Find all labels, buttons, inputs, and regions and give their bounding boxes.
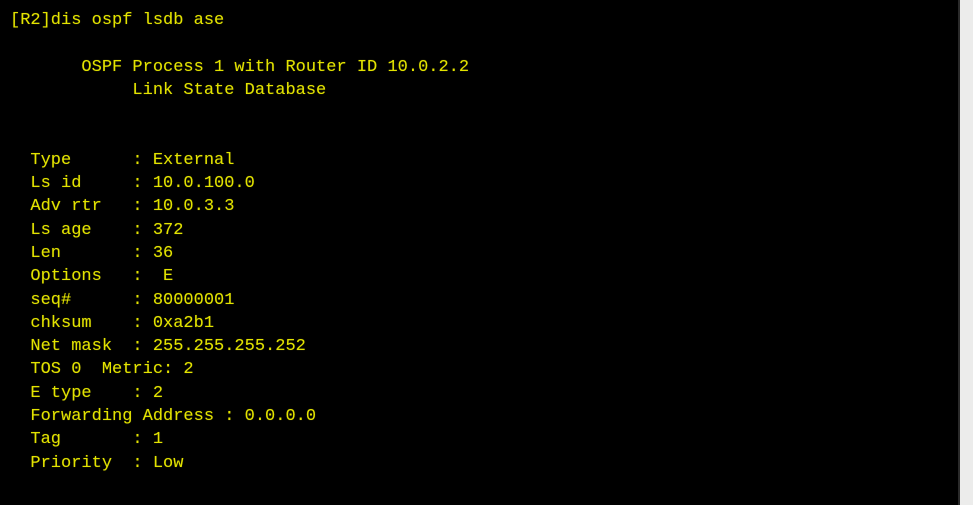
lsa-field-ls-id: Ls id : 10.0.100.0 <box>10 174 255 194</box>
lsa-field-ls-age: Ls age : 372 <box>10 220 184 240</box>
lsa-field-tag: Tag : 1 <box>10 430 164 450</box>
lsa-field-chksum: chksum : 0xa2b1 <box>10 313 215 333</box>
terminal-screen[interactable]: [R2]dis ospf lsdb ase OSPF Process 1 wit… <box>0 0 958 505</box>
window-right-border-scrollbar[interactable] <box>958 0 973 505</box>
lsa-field-len: Len : 36 <box>10 243 174 263</box>
lsa-field-forwarding-address: Forwarding Address : 0.0.0.0 <box>10 407 317 427</box>
ospf-process-header: OSPF Process 1 with Router ID 10.0.2.2 <box>10 57 470 77</box>
lsa-field-type: Type : External <box>10 150 235 170</box>
lsa-field-options: Options : E <box>10 267 174 287</box>
terminal-window: [R2]dis ospf lsdb ase OSPF Process 1 wit… <box>0 0 973 505</box>
lsa-field-net-mask: Net mask : 255.255.255.252 <box>10 337 306 357</box>
command-prompt-line: [R2]dis ospf lsdb ase <box>10 11 225 30</box>
link-state-database-header: Link State Database <box>10 80 327 100</box>
lsa-field-priority: Priority : Low <box>10 453 184 473</box>
lsa-field-e-type: E type : 2 <box>10 383 164 403</box>
lsa-field-adv-rtr: Adv rtr : 10.0.3.3 <box>10 197 235 217</box>
lsa-field-tos-metric: TOS 0 Metric: 2 <box>10 360 194 380</box>
lsa-field-seq-num: seq# : 80000001 <box>10 290 235 310</box>
